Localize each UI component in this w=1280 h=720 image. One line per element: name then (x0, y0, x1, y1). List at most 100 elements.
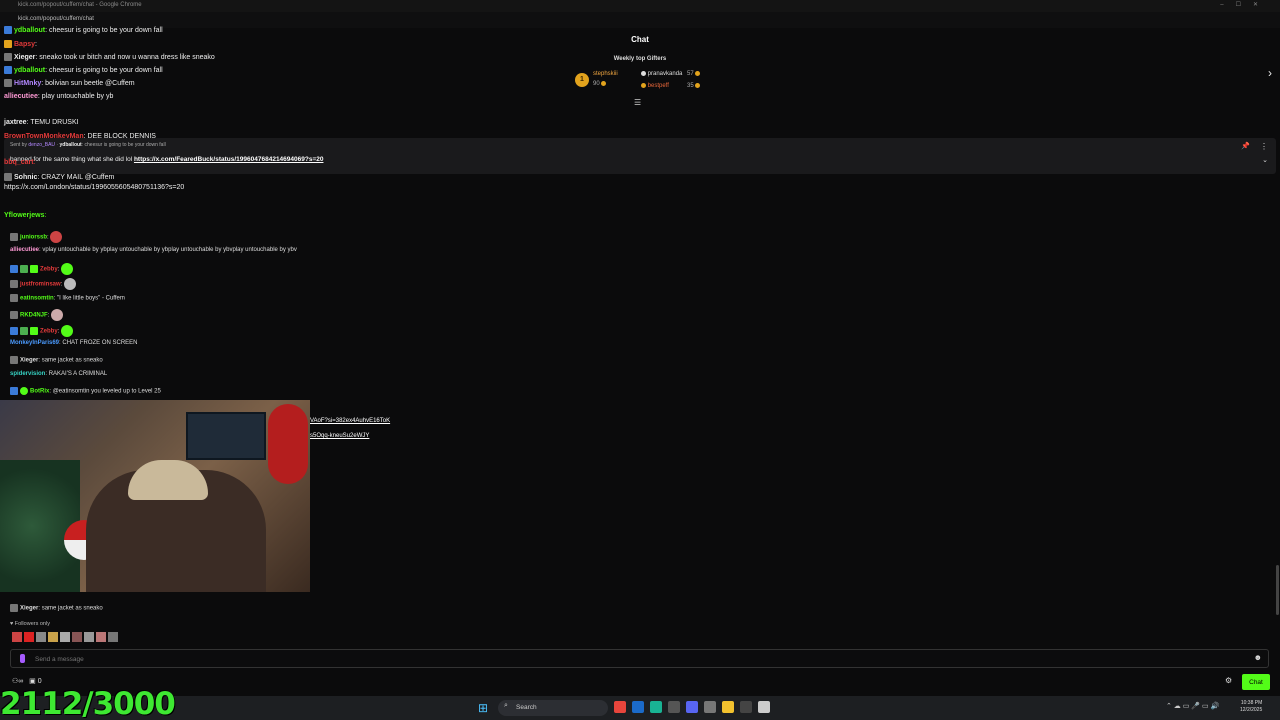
scrollbar[interactable] (1276, 565, 1279, 615)
app-icon[interactable] (668, 701, 680, 713)
gift-icon (695, 71, 701, 76)
gifters-leaderboard[interactable]: 1 stephskiii 90 pranavkanda 57 bestpeff … (575, 68, 715, 98)
chat-link[interactable]: VAoF?si=382ex4AuhvE16ToK (310, 418, 390, 424)
emote-icon[interactable] (72, 632, 82, 642)
badge-icon (10, 604, 18, 612)
more-icon[interactable]: ⋮ (1260, 142, 1268, 151)
chat-message: BotRix: @eatinsomtin you leveled up to L… (10, 387, 161, 395)
window-controls[interactable]: –☐✕ (1220, 1, 1270, 8)
chrome-icon[interactable] (614, 701, 626, 713)
chat-username[interactable]: juniorssb (20, 235, 47, 241)
chat-line: https://x.com/London/status/199605560548… (4, 184, 184, 191)
clock[interactable]: 10:38 PM 12/2/2025 (1240, 700, 1262, 714)
emote-icon[interactable] (48, 632, 58, 642)
badge-icon (10, 280, 18, 288)
emote-icon (64, 278, 77, 290)
chat-username[interactable]: spidervision (10, 371, 45, 377)
address-url[interactable]: kick.com/popout/cuffem/chat (18, 16, 94, 22)
app-icon[interactable] (704, 701, 716, 713)
chat-username[interactable]: eatinsomtin (20, 296, 54, 302)
chat-text: @eatinsomtin you leveled up to Level 25 (52, 388, 161, 395)
pinned-sender: Sent by denzo_BAU · ydballout: cheesur i… (10, 142, 166, 148)
gift-icon[interactable]: ▣ (29, 678, 36, 685)
steam-icon[interactable] (632, 701, 644, 713)
badge-icon (30, 327, 38, 335)
chat-username[interactable]: justfrominsaw (20, 282, 61, 288)
gifter-name[interactable]: pranavkanda (641, 71, 682, 77)
emote-icon[interactable] (60, 632, 70, 642)
chat-link[interactable]: s5Oqq-kneuSu2eWJY (310, 433, 369, 439)
discord-icon[interactable] (686, 701, 698, 713)
chat-username[interactable]: Zebby (40, 329, 58, 335)
points-icon[interactable]: ⚇∞ (12, 678, 23, 685)
expand-gifters-icon[interactable]: ☰ (634, 98, 641, 107)
chevron-down-icon[interactable]: ⌄ (1262, 156, 1268, 164)
chat-message: Xieger: same jacket as sneako (10, 604, 103, 612)
chat-text: cheesur is going to be your down fall (49, 26, 163, 34)
emote-icon[interactable] (36, 632, 46, 642)
windows-taskbar: ⊞ ⌕ Search ⌃ ☁ ▭ 🎤 ▭ 🔊 10:38 PM 12/2/2025 (0, 696, 1280, 720)
chat-username[interactable]: alliecutiee (4, 93, 38, 100)
pinned-message[interactable]: Sent by denzo_BAU · ydballout: cheesur i… (4, 138, 1276, 174)
chat-username[interactable]: ydballout (14, 27, 45, 34)
chat-message: MonkeyInParis69: CHAT FROZE ON SCREEN (10, 340, 138, 346)
folder-icon[interactable] (722, 701, 734, 713)
address-bar[interactable]: kick.com/popout/cuffem/chat (0, 12, 1280, 28)
emote-icon[interactable] (84, 632, 94, 642)
emote-quick-bar[interactable] (12, 632, 120, 644)
chat-username[interactable]: ydballout (14, 67, 45, 74)
emote-icon[interactable] (24, 632, 34, 642)
gifter-name[interactable]: bestpeff (641, 83, 669, 89)
chat-username[interactable]: BotRix (30, 389, 49, 395)
app-icon[interactable] (650, 701, 662, 713)
emote-icon (61, 263, 74, 275)
message-box[interactable]: ☻ (10, 649, 1269, 668)
system-tray[interactable]: ⌃ ☁ ▭ 🎤 ▭ 🔊 (1166, 702, 1219, 710)
gift-icon (601, 81, 607, 86)
windows-start-icon[interactable]: ⊞ (478, 701, 492, 715)
chat-header: Chat Weekly top Gifters 1 stephskiii 90 … (0, 28, 1280, 110)
chat-message: Xieger: same jacket as sneako (10, 356, 103, 364)
gifter-count: 57 (687, 71, 701, 77)
chat-username[interactable]: Sohnic (14, 174, 37, 181)
chat-text: same jacket as sneako (41, 605, 103, 612)
chat-username[interactable]: Xieger (20, 606, 38, 612)
app-icon[interactable] (758, 701, 770, 713)
gifter-name[interactable]: stephskiii (593, 71, 618, 77)
chat-send-button[interactable]: Chat (1242, 674, 1270, 690)
chat-text: play untouchable by yb (41, 93, 114, 100)
chat-username[interactable]: Bapsy (14, 41, 35, 48)
chat-username[interactable]: HitMnky (14, 80, 41, 87)
emote-icon[interactable] (96, 632, 106, 642)
emote-icon[interactable] (108, 632, 118, 642)
taskbar-search[interactable]: ⌕ Search (498, 700, 608, 716)
chat-username[interactable]: MonkeyInParis69 (10, 340, 59, 346)
emote-icon[interactable] (12, 632, 22, 642)
badge-icon (10, 356, 18, 364)
emoji-icon[interactable]: ☻ (1254, 653, 1262, 662)
badge-icon (4, 40, 12, 48)
badge-icon (10, 294, 18, 302)
taskbar-search-label: Search (516, 704, 537, 711)
chat-line: jaxtree: TEMU DRUSKI (4, 119, 79, 126)
chat-username[interactable]: alliecutiee (10, 247, 39, 253)
footer-left[interactable]: ⚇∞ ▣ 0 (12, 677, 42, 685)
pin-icon[interactable]: 📌 (1241, 142, 1250, 150)
chat-username[interactable]: jaxtree (4, 119, 27, 126)
chat-username[interactable]: Xieger (20, 358, 38, 364)
mic-icon[interactable] (20, 654, 25, 663)
gear-icon[interactable]: ⚙ (1225, 676, 1232, 685)
search-icon: ⌕ (504, 702, 508, 709)
chat-username[interactable]: Zebby (40, 267, 58, 273)
bot-icon (20, 387, 28, 395)
chat-line: ydballout: cheesur is going to be your d… (4, 26, 163, 34)
chat-username[interactable]: bbq_cart (4, 159, 34, 166)
chat-username[interactable]: Xieger (14, 54, 35, 61)
chat-username[interactable]: Yflowerjews (4, 212, 44, 219)
chat-username[interactable]: RKD4NJF (20, 313, 48, 319)
message-input[interactable] (35, 653, 1235, 665)
chat-link[interactable]: https://x.com/London/status/199605560548… (4, 184, 184, 191)
chevron-right-icon[interactable]: › (1268, 66, 1272, 80)
terminal-icon[interactable] (740, 701, 752, 713)
pinned-link[interactable]: https://x.com/FearedBuck/status/19960476… (134, 156, 324, 163)
